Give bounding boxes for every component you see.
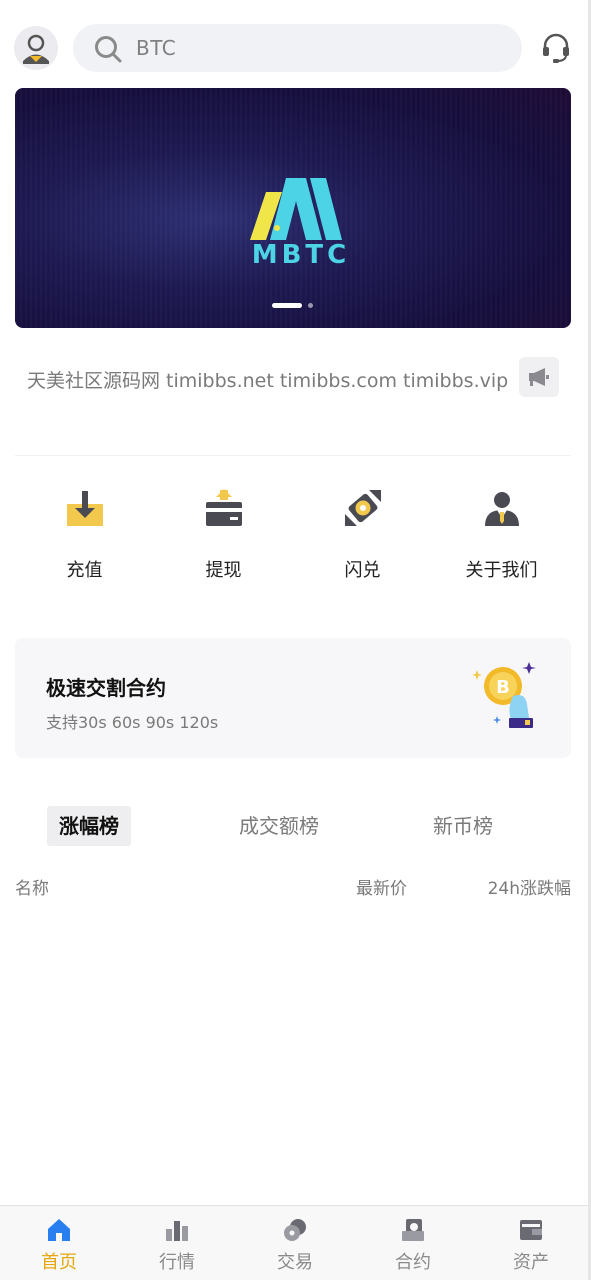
nav-contract-label: 合约 [395,1252,431,1273]
customer-service-icon[interactable] [540,32,572,64]
search-input[interactable]: BTC [136,36,176,60]
deposit-icon [67,491,103,526]
nav-assets-label: 资产 [513,1252,549,1273]
delivery-contract-card[interactable]: 极速交割合约 支持30s 60s 90s 120s B [15,638,571,758]
search-icon [95,36,122,63]
market-list-header: 名称 最新价 24h涨跌幅 [15,874,571,899]
contract-icon [402,1219,424,1241]
column-name: 名称 [15,879,49,899]
flash-swap-icon [345,490,381,526]
nav-contract[interactable]: 合约 [354,1206,472,1280]
avatar-icon [14,26,58,70]
notice-text[interactable]: 天美社区源码网 timibbs.net timibbs.com timibbs.… [27,366,508,393]
announcement-button[interactable] [519,357,559,397]
nav-home-label: 首页 [41,1252,77,1273]
svg-text:B: B [496,677,510,698]
about-us-icon [485,492,519,526]
quick-actions: 充值 提现 闪兑 关于我们 [15,488,571,588]
wallet-icon [520,1220,542,1240]
nav-market-label: 行情 [159,1252,195,1273]
notice-bar: 天美社区源码网 timibbs.net timibbs.com timibbs.… [27,355,559,399]
nav-home[interactable]: 首页 [0,1206,118,1280]
tab-new-coins[interactable]: 新币榜 [433,806,493,846]
nav-assets[interactable]: 资产 [472,1206,590,1280]
deposit-label: 充值 [66,560,103,581]
search-bar[interactable]: BTC [73,24,522,72]
about-us-button[interactable]: 关于我们 [432,488,571,588]
column-last-price: 最新价 [356,879,407,899]
withdraw-label: 提现 [205,560,242,581]
tab-turnover[interactable]: 成交额榜 [239,806,319,846]
bitcoin-coin-hand-icon: B [472,662,536,728]
nav-trade-label: 交易 [277,1252,313,1273]
promo-banner[interactable]: MBTC [15,88,571,328]
trade-icon [284,1219,306,1241]
market-icon [166,1221,188,1241]
megaphone-icon [529,368,549,386]
carousel-indicator [272,303,313,308]
flash-swap-label: 闪兑 [344,560,381,581]
withdraw-button[interactable]: 提现 [154,488,293,588]
ranking-tabs: 涨幅榜 成交额榜 新币榜 [15,806,571,846]
nav-market[interactable]: 行情 [118,1206,236,1280]
top-header: BTC [14,24,574,72]
flash-swap-button[interactable]: 闪兑 [293,488,432,588]
banner-logo-text: MBTC [251,240,351,270]
deposit-button[interactable]: 充值 [15,488,154,588]
section-divider [15,455,571,456]
promo-title: 极速交割合约 [46,676,166,700]
home-icon [48,1219,70,1241]
carousel-dot[interactable] [308,303,313,308]
nav-trade[interactable]: 交易 [236,1206,354,1280]
promo-subtitle: 支持30s 60s 90s 120s [46,713,219,732]
withdraw-icon [206,489,242,526]
carousel-dot-active[interactable] [272,303,302,308]
bottom-navigation: 首页 行情 交易 合约 资产 [0,1205,588,1280]
column-24h-change: 24h涨跌幅 [487,879,571,899]
user-avatar[interactable] [14,26,58,70]
mbtc-logo-icon [250,178,342,240]
about-us-label: 关于我们 [465,560,538,581]
tab-gainers[interactable]: 涨幅榜 [47,806,131,846]
